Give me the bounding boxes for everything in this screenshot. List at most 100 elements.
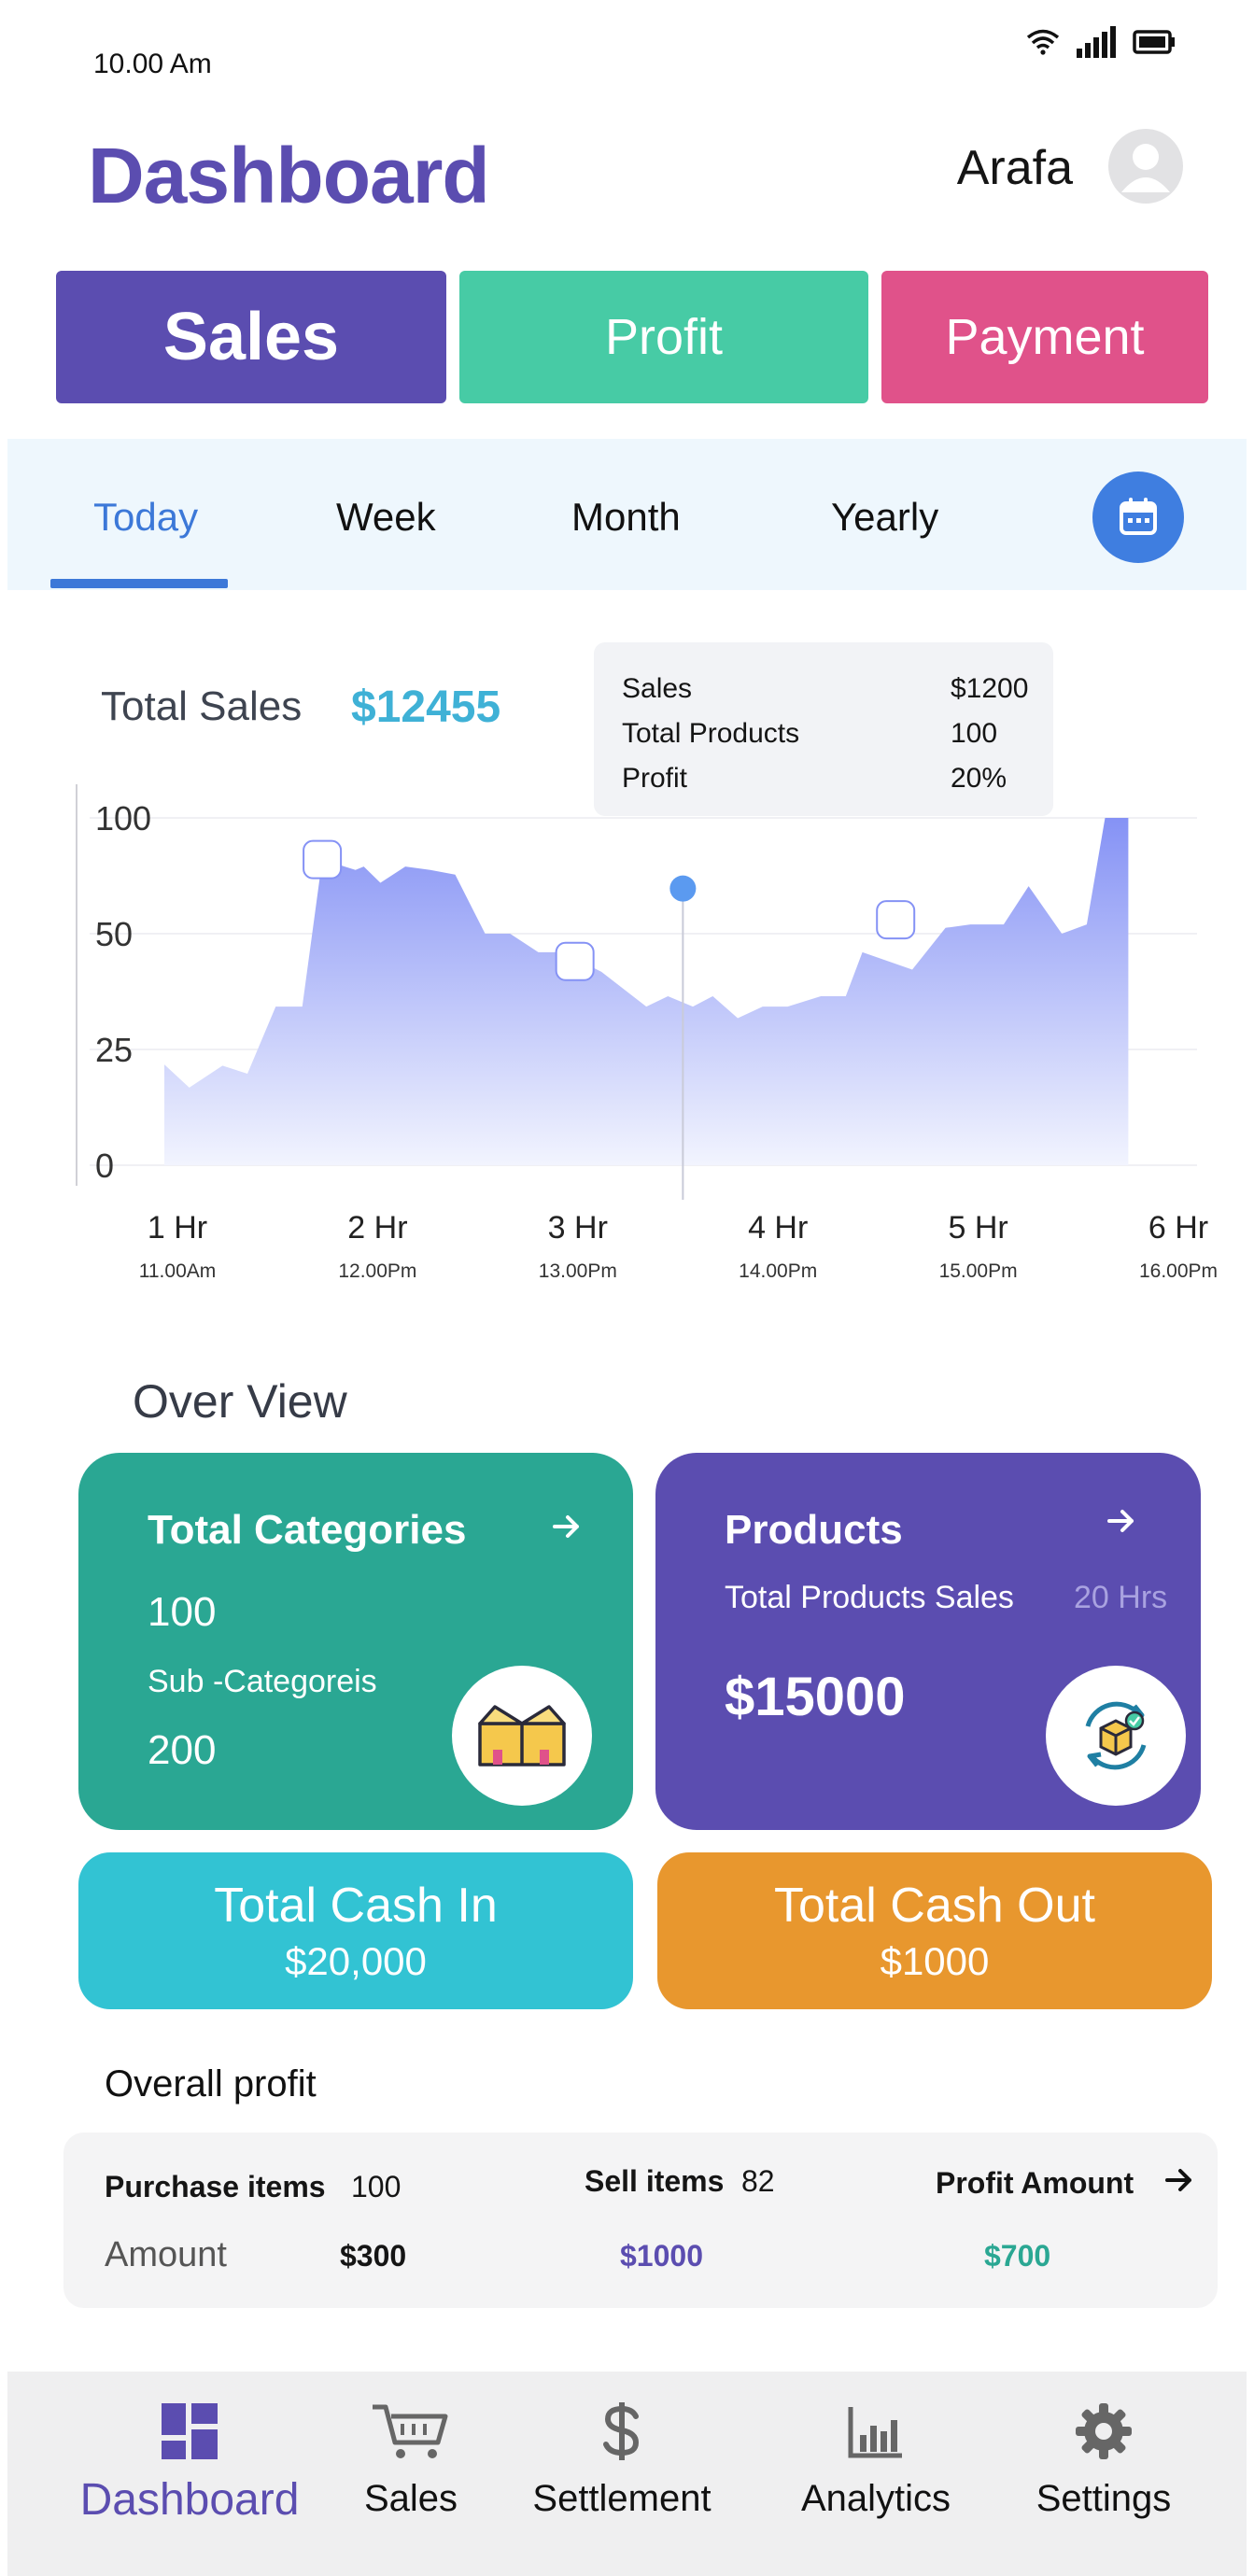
x-tick-label: 2 Hr xyxy=(347,1210,407,1246)
period-yearly[interactable]: Yearly xyxy=(831,495,938,540)
period-week[interactable]: Week xyxy=(336,495,436,540)
purchase-amount: $300 xyxy=(340,2239,407,2273)
tooltip-value: $1200 xyxy=(951,673,1029,704)
nav-settlement[interactable]: Settlement xyxy=(528,2401,715,2520)
nav-sales[interactable]: Sales xyxy=(345,2401,476,2520)
x-tick-sublabel: 12.00Pm xyxy=(338,1260,416,1282)
calendar-button[interactable] xyxy=(1092,472,1184,563)
tooltip-row-sales: Sales $1200 xyxy=(622,667,1029,711)
x-tick-sublabel: 11.00Am xyxy=(139,1260,217,1282)
bar-chart-icon xyxy=(848,2407,902,2458)
x-tick-label: 4 Hr xyxy=(748,1210,808,1246)
cart-icon xyxy=(373,2404,448,2458)
dashboard-icon xyxy=(162,2403,218,2459)
subcategories-label: Sub -Categoreis xyxy=(148,1664,377,1699)
x-tick-label: 6 Hr xyxy=(1148,1210,1208,1246)
y-tick-label: 50 xyxy=(95,915,133,953)
products-sales-label: Total Products Sales xyxy=(725,1580,1014,1615)
gear-icon xyxy=(1076,2403,1132,2459)
status-time: 10.00 Am xyxy=(93,49,212,79)
signal-icon xyxy=(1077,26,1116,58)
y-tick-label: 100 xyxy=(95,799,151,838)
categories-title: Total Categories xyxy=(148,1507,467,1553)
total-categories-card[interactable]: Total Categories 100 Sub -Categoreis 200 xyxy=(78,1453,633,1830)
nav-analytics[interactable]: Analytics xyxy=(792,2401,960,2520)
overall-profit-title: Overall profit xyxy=(105,2063,317,2104)
highlight-point xyxy=(669,875,697,902)
products-hours: 20 Hrs xyxy=(1074,1580,1168,1615)
nav-dashboard[interactable]: Dashboard xyxy=(73,2401,306,2526)
status-icons xyxy=(1026,26,1176,58)
tab-profit[interactable]: Profit xyxy=(459,271,868,403)
nav-label: Dashboard xyxy=(79,2475,300,2525)
y-tick-label: 25 xyxy=(95,1031,133,1069)
categories-count: 100 xyxy=(148,1589,217,1635)
products-amount: $15000 xyxy=(725,1667,906,1727)
x-tick-label: 1 Hr xyxy=(148,1210,207,1246)
tooltip-row-profit: Profit 20% xyxy=(622,756,1025,801)
x-tick-label: 3 Hr xyxy=(548,1210,608,1246)
product-cycle-icon xyxy=(1046,1666,1186,1806)
products-title: Products xyxy=(725,1507,903,1553)
tooltip-value: 20% xyxy=(951,763,1007,794)
calendar-icon xyxy=(1120,498,1157,535)
overview-title: Over View xyxy=(133,1375,347,1428)
x-tick-sublabel: 13.00Pm xyxy=(539,1260,617,1282)
battery-icon xyxy=(1133,30,1175,54)
tooltip-label: Total Products xyxy=(622,718,800,749)
chart-tooltip: Sales $1200 Total Products 100 Profit 20… xyxy=(594,642,1053,816)
period-month[interactable]: Month xyxy=(571,495,681,540)
data-marker xyxy=(555,941,595,981)
nav-settings[interactable]: Settings xyxy=(1029,2401,1178,2520)
total-sales-label: Total Sales xyxy=(101,683,303,729)
sell-amount: $1000 xyxy=(620,2239,703,2273)
nav-label: Analytics xyxy=(800,2478,951,2519)
subcategories-count: 200 xyxy=(148,1727,217,1773)
sales-area-chart[interactable]: 100 50 25 0 1 Hr 11.00Am 2 Hr 12.00Pm 3 Hr 13.00P… xyxy=(0,784,1254,1307)
tooltip-label: Sales xyxy=(622,673,693,704)
products-card[interactable]: Products Total Products Sales 20 Hrs $15… xyxy=(655,1453,1201,1830)
profit-amount: $700 xyxy=(984,2239,1051,2273)
tab-sales[interactable]: Sales xyxy=(56,271,446,403)
tooltip-row-products: Total Products 100 xyxy=(622,711,1025,756)
data-marker xyxy=(303,839,343,880)
period-active-underline xyxy=(50,579,228,588)
x-tick-sublabel: 16.00Pm xyxy=(1139,1260,1218,1282)
nav-label: Sales xyxy=(363,2478,458,2519)
tab-payment[interactable]: Payment xyxy=(881,271,1208,403)
amount-label: Amount xyxy=(105,2235,227,2274)
cash-out-value: $1000 xyxy=(880,1939,990,1983)
period-today[interactable]: Today xyxy=(93,495,198,540)
purchase-items-label: Purchase items xyxy=(105,2170,326,2203)
x-tick-sublabel: 14.00Pm xyxy=(739,1260,817,1282)
user-name: Arafa xyxy=(956,141,1073,195)
profit-amount-label[interactable]: Profit Amount xyxy=(936,2166,1134,2201)
purchase-items-count: 100 xyxy=(351,2170,402,2203)
overall-profit-panel: Purchase items 100 Sell items 82 Profit … xyxy=(63,2133,1218,2308)
y-tick-label: 0 xyxy=(95,1147,114,1185)
arrow-right-icon[interactable] xyxy=(553,1514,581,1539)
nav-label: Settings xyxy=(1036,2478,1172,2519)
tooltip-value: 100 xyxy=(951,718,998,749)
arrow-right-icon[interactable] xyxy=(1165,2168,1193,2192)
total-cash-out-card[interactable]: Total Cash Out $1000 xyxy=(657,1852,1212,2009)
sell-items-label: Sell items xyxy=(585,2164,725,2198)
cash-out-title: Total Cash Out xyxy=(774,1879,1095,1933)
total-sales-value: $12455 xyxy=(351,683,501,732)
avatar[interactable] xyxy=(1108,129,1183,204)
cash-in-value: $20,000 xyxy=(285,1939,427,1983)
data-marker xyxy=(876,900,916,940)
wifi-icon xyxy=(1026,29,1060,55)
sell-items-count: 82 xyxy=(741,2164,775,2198)
nav-label: Settlement xyxy=(532,2478,712,2519)
user-icon xyxy=(1121,144,1170,192)
cash-in-title: Total Cash In xyxy=(214,1879,498,1933)
box-icon xyxy=(452,1666,592,1806)
x-tick-sublabel: 15.00Pm xyxy=(939,1260,1018,1282)
total-cash-in-card[interactable]: Total Cash In $20,000 xyxy=(78,1852,633,2009)
x-tick-label: 5 Hr xyxy=(948,1210,1007,1246)
tooltip-label: Profit xyxy=(622,763,688,794)
dollar-icon xyxy=(603,2402,640,2460)
arrow-right-icon[interactable] xyxy=(1107,1509,1135,1533)
page-title: Dashboard xyxy=(88,132,490,219)
